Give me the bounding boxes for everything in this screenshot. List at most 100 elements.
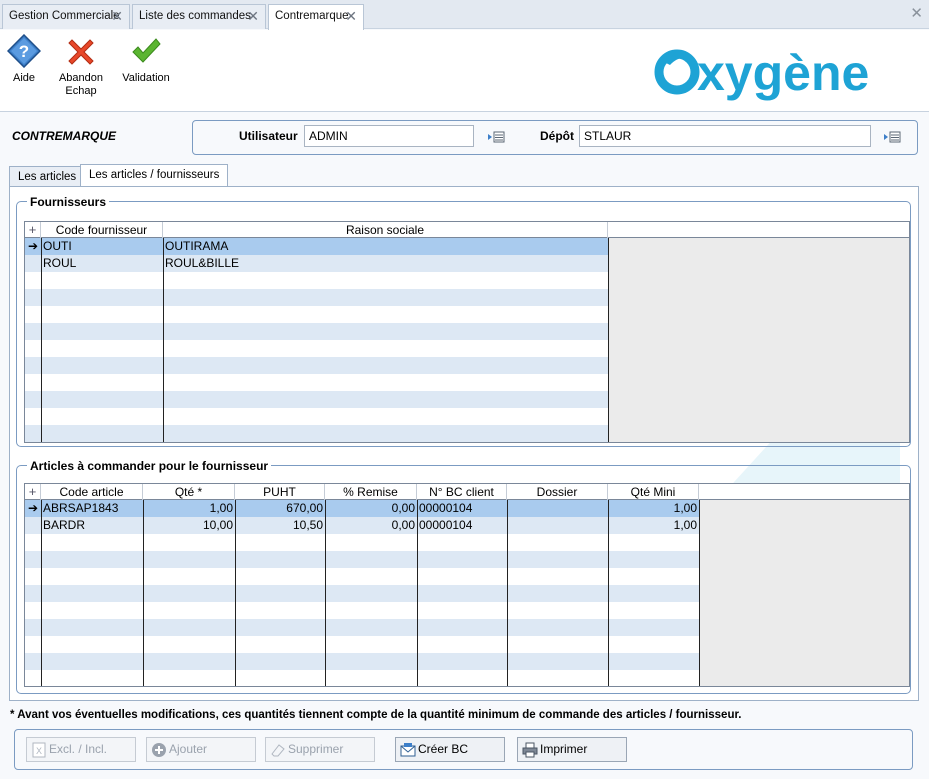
table-row[interactable] <box>25 534 699 551</box>
row-indicator <box>25 255 41 272</box>
column-header[interactable]: N° BC client <box>417 484 507 500</box>
row-indicator <box>25 551 41 568</box>
table-cell[interactable]: ROUL <box>41 255 163 272</box>
close-icon[interactable]: ✕ <box>345 5 357 28</box>
table-cell[interactable]: OUTIRAMA <box>163 238 608 255</box>
grid-divider <box>235 500 236 686</box>
tab-label: Liste des commandes <box>139 10 251 22</box>
abandon-sublabel: Echap <box>65 85 97 97</box>
table-cell[interactable]: 00000104 <box>417 517 507 534</box>
column-header[interactable]: % Remise <box>325 484 417 500</box>
table-row[interactable] <box>25 585 699 602</box>
document-tab-bar: Gestion Commerciale ✕ Liste des commande… <box>0 0 929 30</box>
checkmark-icon <box>132 38 161 63</box>
tab-les-articles[interactable]: Les articles <box>9 166 86 187</box>
cancel-x-icon <box>68 39 94 65</box>
table-cell[interactable]: 670,00 <box>235 500 325 517</box>
table-cell[interactable]: 0,00 <box>325 500 417 517</box>
add-column-icon[interactable]: + <box>25 484 41 500</box>
table-row[interactable] <box>25 619 699 636</box>
table-row[interactable] <box>25 306 608 323</box>
table-row[interactable] <box>25 602 699 619</box>
table-row[interactable] <box>25 391 608 408</box>
grid-divider <box>41 238 42 442</box>
table-cell[interactable]: 00000104 <box>417 500 507 517</box>
grid-divider <box>325 500 326 686</box>
table-row[interactable] <box>25 340 608 357</box>
tab-label: Les articles <box>18 171 77 183</box>
row-indicator <box>25 653 41 670</box>
table-cell[interactable] <box>507 500 608 517</box>
table-row[interactable] <box>25 323 608 340</box>
table-cell[interactable]: 10,50 <box>235 517 325 534</box>
table-cell[interactable]: 10,00 <box>143 517 235 534</box>
column-header[interactable]: Code fournisseur <box>41 222 163 238</box>
column-header[interactable]: Qté * <box>143 484 235 500</box>
table-row[interactable] <box>25 272 608 289</box>
tab-liste-commandes[interactable]: Liste des commandes ✕ <box>132 4 266 29</box>
depot-field[interactable]: STLAUR <box>579 125 871 147</box>
column-header[interactable]: Raison sociale <box>163 222 608 238</box>
current-row-arrow-icon: ➔ <box>27 501 39 515</box>
table-cell[interactable]: 1,00 <box>608 517 699 534</box>
tab-articles-fournisseurs[interactable]: Les articles / fournisseurs <box>80 164 229 187</box>
supprimer-button[interactable]: Supprimer <box>265 737 375 762</box>
table-row[interactable]: ➔ OUTI OUTIRAMA <box>25 238 608 255</box>
add-column-icon[interactable]: + <box>25 222 41 238</box>
close-icon[interactable]: ✕ <box>247 5 259 28</box>
toolbar: ? Aide Abandon Echap Validation xygène <box>0 30 929 112</box>
row-indicator <box>25 568 41 585</box>
table-row[interactable] <box>25 289 608 306</box>
table-row[interactable] <box>25 636 699 653</box>
creer-bc-button[interactable]: Créer BC <box>395 737 505 762</box>
column-header[interactable]: Qté Mini <box>608 484 699 500</box>
actions-bar: X Excl. / Incl. Ajouter Supprimer Créer … <box>14 729 913 770</box>
excel-doc-icon: X <box>32 742 46 758</box>
table-cell[interactable]: 0,00 <box>325 517 417 534</box>
column-header[interactable]: Dossier <box>507 484 608 500</box>
button-label: Excl. / Incl. <box>49 742 108 756</box>
table-row[interactable] <box>25 653 699 670</box>
row-indicator <box>25 670 41 686</box>
table-row[interactable] <box>25 408 608 425</box>
close-window-icon[interactable]: ✕ <box>910 4 923 22</box>
tab-label: Gestion Commerciale <box>9 10 120 22</box>
table-cell[interactable]: ROUL&BILLE <box>163 255 608 272</box>
table-row[interactable]: ROUL ROUL&BILLE <box>25 255 608 272</box>
grid-divider <box>163 238 164 442</box>
excl-incl-button[interactable]: X Excl. / Incl. <box>26 737 136 762</box>
row-indicator <box>25 534 41 551</box>
table-row[interactable] <box>25 670 699 686</box>
table-row[interactable] <box>25 568 699 585</box>
list-picker-icon[interactable] <box>883 130 901 144</box>
depot-label: Dépôt <box>540 129 574 143</box>
ajouter-button[interactable]: Ajouter <box>146 737 256 762</box>
column-header[interactable]: Code article <box>41 484 143 500</box>
table-cell[interactable]: 1,00 <box>143 500 235 517</box>
printer-icon <box>522 742 538 758</box>
utilisateur-field[interactable]: ADMIN <box>304 125 474 147</box>
list-picker-icon[interactable] <box>487 130 505 144</box>
aide-button[interactable]: ? Aide <box>0 34 52 85</box>
validation-button[interactable]: Validation <box>118 34 174 85</box>
table-row[interactable]: ➔ ABRSAP1843 1,00 670,00 0,00 00000104 1,00 <box>25 500 699 517</box>
table-cell[interactable]: BARDR <box>41 517 143 534</box>
table-cell[interactable]: ABRSAP1843 <box>41 500 143 517</box>
imprimer-button[interactable]: Imprimer <box>517 737 627 762</box>
articles-grid: + Code article Qté * PUHT % Remise N° BC… <box>24 483 910 687</box>
table-row[interactable] <box>25 425 608 442</box>
table-row[interactable] <box>25 551 699 568</box>
table-row[interactable]: BARDR 10,00 10,50 0,00 00000104 1,00 <box>25 517 699 534</box>
table-row[interactable] <box>25 357 608 374</box>
table-cell[interactable] <box>507 517 608 534</box>
tab-contremarque[interactable]: Contremarque ✕ <box>268 4 364 30</box>
help-icon: ? <box>7 34 41 68</box>
close-icon[interactable]: ✕ <box>111 5 123 28</box>
table-row[interactable] <box>25 374 608 391</box>
row-indicator <box>25 585 41 602</box>
table-cell[interactable]: 1,00 <box>608 500 699 517</box>
column-header[interactable]: PUHT <box>235 484 325 500</box>
tab-gestion-commerciale[interactable]: Gestion Commerciale ✕ <box>2 4 130 29</box>
abandon-button[interactable]: Abandon Echap <box>53 34 109 98</box>
table-cell[interactable]: OUTI <box>41 238 163 255</box>
